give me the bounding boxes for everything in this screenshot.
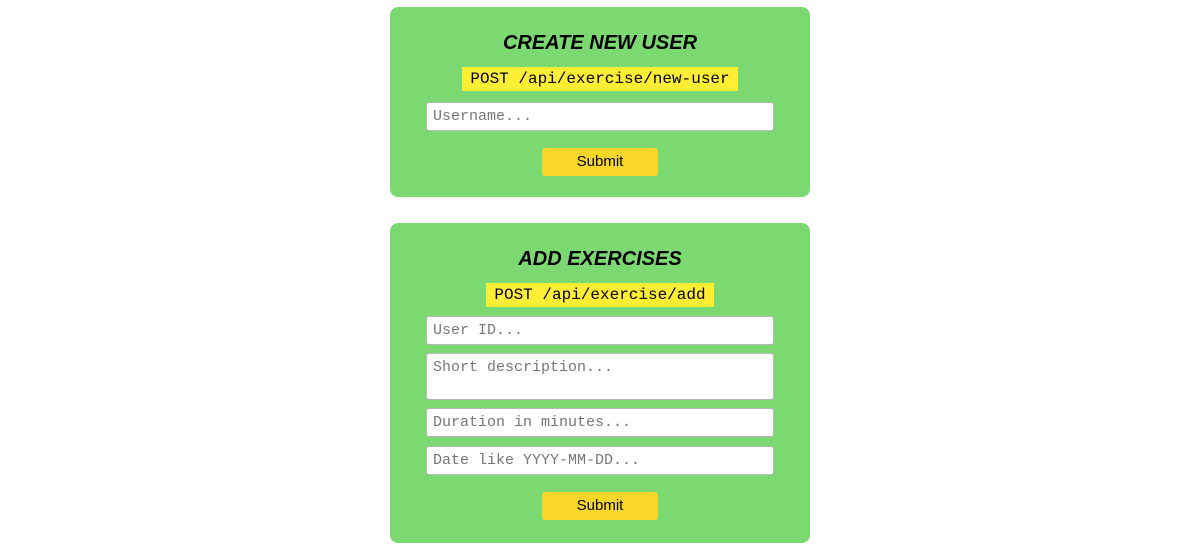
description-textarea[interactable]: Short description... bbox=[426, 353, 774, 400]
create-user-form: CREATE NEW USER POST /api/exercise/new-u… bbox=[390, 7, 810, 197]
add-exercises-title: ADD EXERCISES bbox=[518, 248, 682, 270]
add-exercises-endpoint: POST /api/exercise/add bbox=[486, 283, 714, 307]
date-input[interactable]: Date like YYYY-MM-DD... bbox=[426, 446, 774, 475]
username-input[interactable]: Username... bbox=[426, 102, 774, 131]
create-user-submit-button[interactable]: Submit bbox=[542, 148, 658, 176]
create-user-endpoint: POST /api/exercise/new-user bbox=[462, 67, 738, 91]
page: CREATE NEW USER POST /api/exercise/new-u… bbox=[0, 0, 1200, 550]
duration-input[interactable]: Duration in minutes... bbox=[426, 408, 774, 437]
add-exercises-submit-button[interactable]: Submit bbox=[542, 492, 658, 520]
user-id-input[interactable]: User ID... bbox=[426, 316, 774, 345]
create-user-title: CREATE NEW USER bbox=[502, 32, 698, 54]
add-exercises-form: ADD EXERCISES POST /api/exercise/add Use… bbox=[390, 223, 810, 543]
